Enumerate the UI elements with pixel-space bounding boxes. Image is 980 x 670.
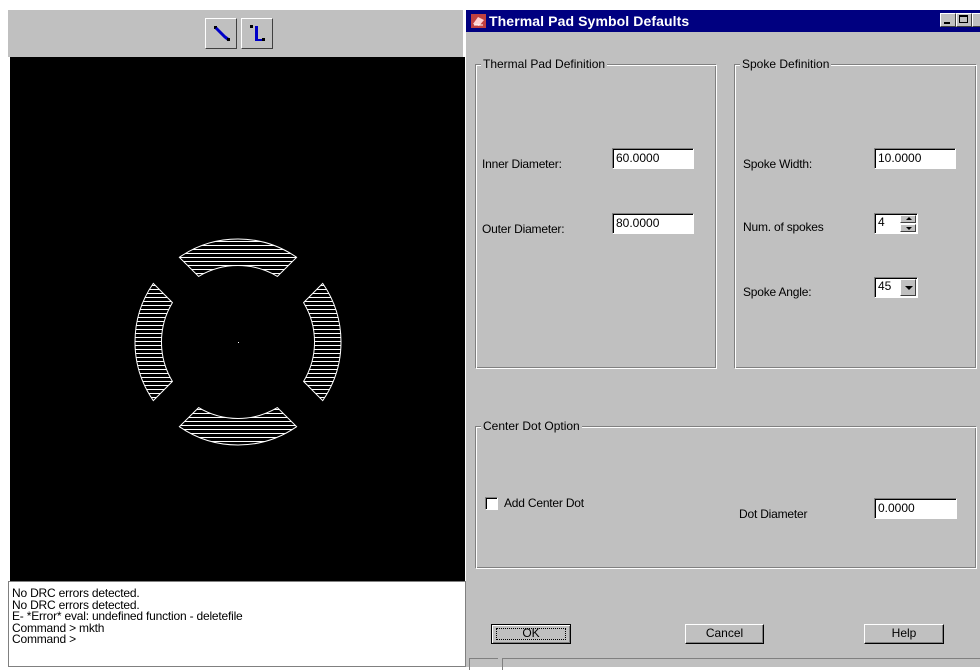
thermal-ring-segment bbox=[134, 282, 174, 402]
add-center-dot-checkbox[interactable] bbox=[485, 497, 498, 510]
dialog-titlebar[interactable]: Thermal Pad Symbol Defaults bbox=[466, 10, 980, 32]
status-cell bbox=[469, 658, 498, 670]
command-console[interactable]: No DRC errors detected. No DRC errors det… bbox=[8, 581, 466, 667]
ok-button[interactable]: OK bbox=[491, 624, 571, 644]
thermal-pad-dialog: Thermal Pad Symbol Defaults Thermal Pad … bbox=[466, 10, 980, 670]
route-connect-button[interactable] bbox=[205, 18, 237, 49]
thermal-pad-definition-group: Thermal Pad Definition Inner Diameter: O… bbox=[475, 57, 717, 369]
inner-diameter-input[interactable] bbox=[616, 149, 693, 166]
add-center-dot-label[interactable]: Add Center Dot bbox=[504, 496, 584, 510]
spoke-angle-value: 45 bbox=[878, 279, 892, 293]
spoke-width-input[interactable] bbox=[878, 149, 955, 166]
spoke-width-label: Spoke Width: bbox=[743, 157, 812, 171]
num-spokes-label: Num. of spokes bbox=[743, 220, 824, 234]
chevron-down-icon bbox=[905, 286, 913, 290]
cad-toolbar bbox=[8, 10, 463, 57]
dot-diameter-field[interactable] bbox=[874, 498, 957, 519]
spin-up-button[interactable] bbox=[900, 215, 916, 223]
inner-diameter-label: Inner Diameter: bbox=[482, 157, 562, 171]
spoke-angle-select[interactable]: 45 bbox=[874, 277, 918, 298]
minimize-icon bbox=[944, 22, 950, 24]
thermal-ring-segment bbox=[302, 282, 342, 402]
app-icon bbox=[471, 14, 486, 28]
spin-buttons bbox=[900, 215, 916, 232]
thermal-ring-segment bbox=[178, 406, 298, 446]
cad-canvas[interactable] bbox=[10, 57, 465, 581]
console-line: Command > mkth bbox=[12, 620, 105, 635]
cancel-button-label: Cancel bbox=[705, 626, 744, 640]
help-button[interactable]: Help bbox=[864, 624, 944, 644]
pad-origin-marker bbox=[238, 342, 239, 343]
thermal-ring-segment bbox=[178, 238, 298, 278]
inner-diameter-field[interactable] bbox=[612, 148, 694, 169]
spoke-angle-dropdown-button[interactable] bbox=[900, 279, 916, 296]
arrow-up-icon bbox=[906, 217, 912, 220]
maximize-button[interactable] bbox=[956, 13, 972, 27]
group-legend: Thermal Pad Definition bbox=[481, 57, 608, 71]
cancel-button[interactable]: Cancel bbox=[685, 624, 764, 644]
minimize-button[interactable] bbox=[940, 13, 956, 27]
dot-diameter-input[interactable] bbox=[878, 499, 956, 516]
via-button[interactable] bbox=[241, 18, 273, 49]
num-spokes-spinner[interactable]: 4 bbox=[874, 213, 918, 234]
outer-diameter-label: Outer Diameter: bbox=[482, 222, 565, 236]
status-cell bbox=[502, 658, 980, 670]
close-button[interactable] bbox=[972, 13, 980, 27]
outer-diameter-field[interactable] bbox=[612, 213, 694, 234]
center-dot-option-group: Center Dot Option Add Center Dot Dot Dia… bbox=[475, 419, 977, 569]
group-legend: Center Dot Option bbox=[481, 419, 582, 433]
num-spokes-value: 4 bbox=[878, 215, 885, 229]
spoke-width-field[interactable] bbox=[874, 148, 956, 169]
console-line: Command > bbox=[12, 632, 76, 647]
dialog-status-strip bbox=[466, 655, 980, 670]
via-icon bbox=[250, 25, 265, 41]
arrow-down-icon bbox=[906, 227, 912, 230]
spoke-definition-group: Spoke Definition Spoke Width: Num. of sp… bbox=[734, 57, 977, 369]
dialog-title: Thermal Pad Symbol Defaults bbox=[489, 13, 690, 29]
group-legend: Spoke Definition bbox=[740, 57, 832, 71]
maximize-icon bbox=[959, 15, 968, 23]
help-button-label: Help bbox=[891, 626, 917, 640]
cad-editor-pane: No DRC errors detected. No DRC errors det… bbox=[0, 0, 466, 667]
outer-diameter-input[interactable] bbox=[616, 214, 693, 231]
ok-button-label: OK bbox=[522, 626, 540, 640]
dot-diameter-label: Dot Diameter bbox=[739, 507, 808, 521]
spoke-angle-label: Spoke Angle: bbox=[743, 285, 812, 299]
spin-down-button[interactable] bbox=[900, 224, 916, 232]
thermal-pad-drawing bbox=[134, 238, 342, 446]
route-connect-icon bbox=[214, 26, 230, 42]
